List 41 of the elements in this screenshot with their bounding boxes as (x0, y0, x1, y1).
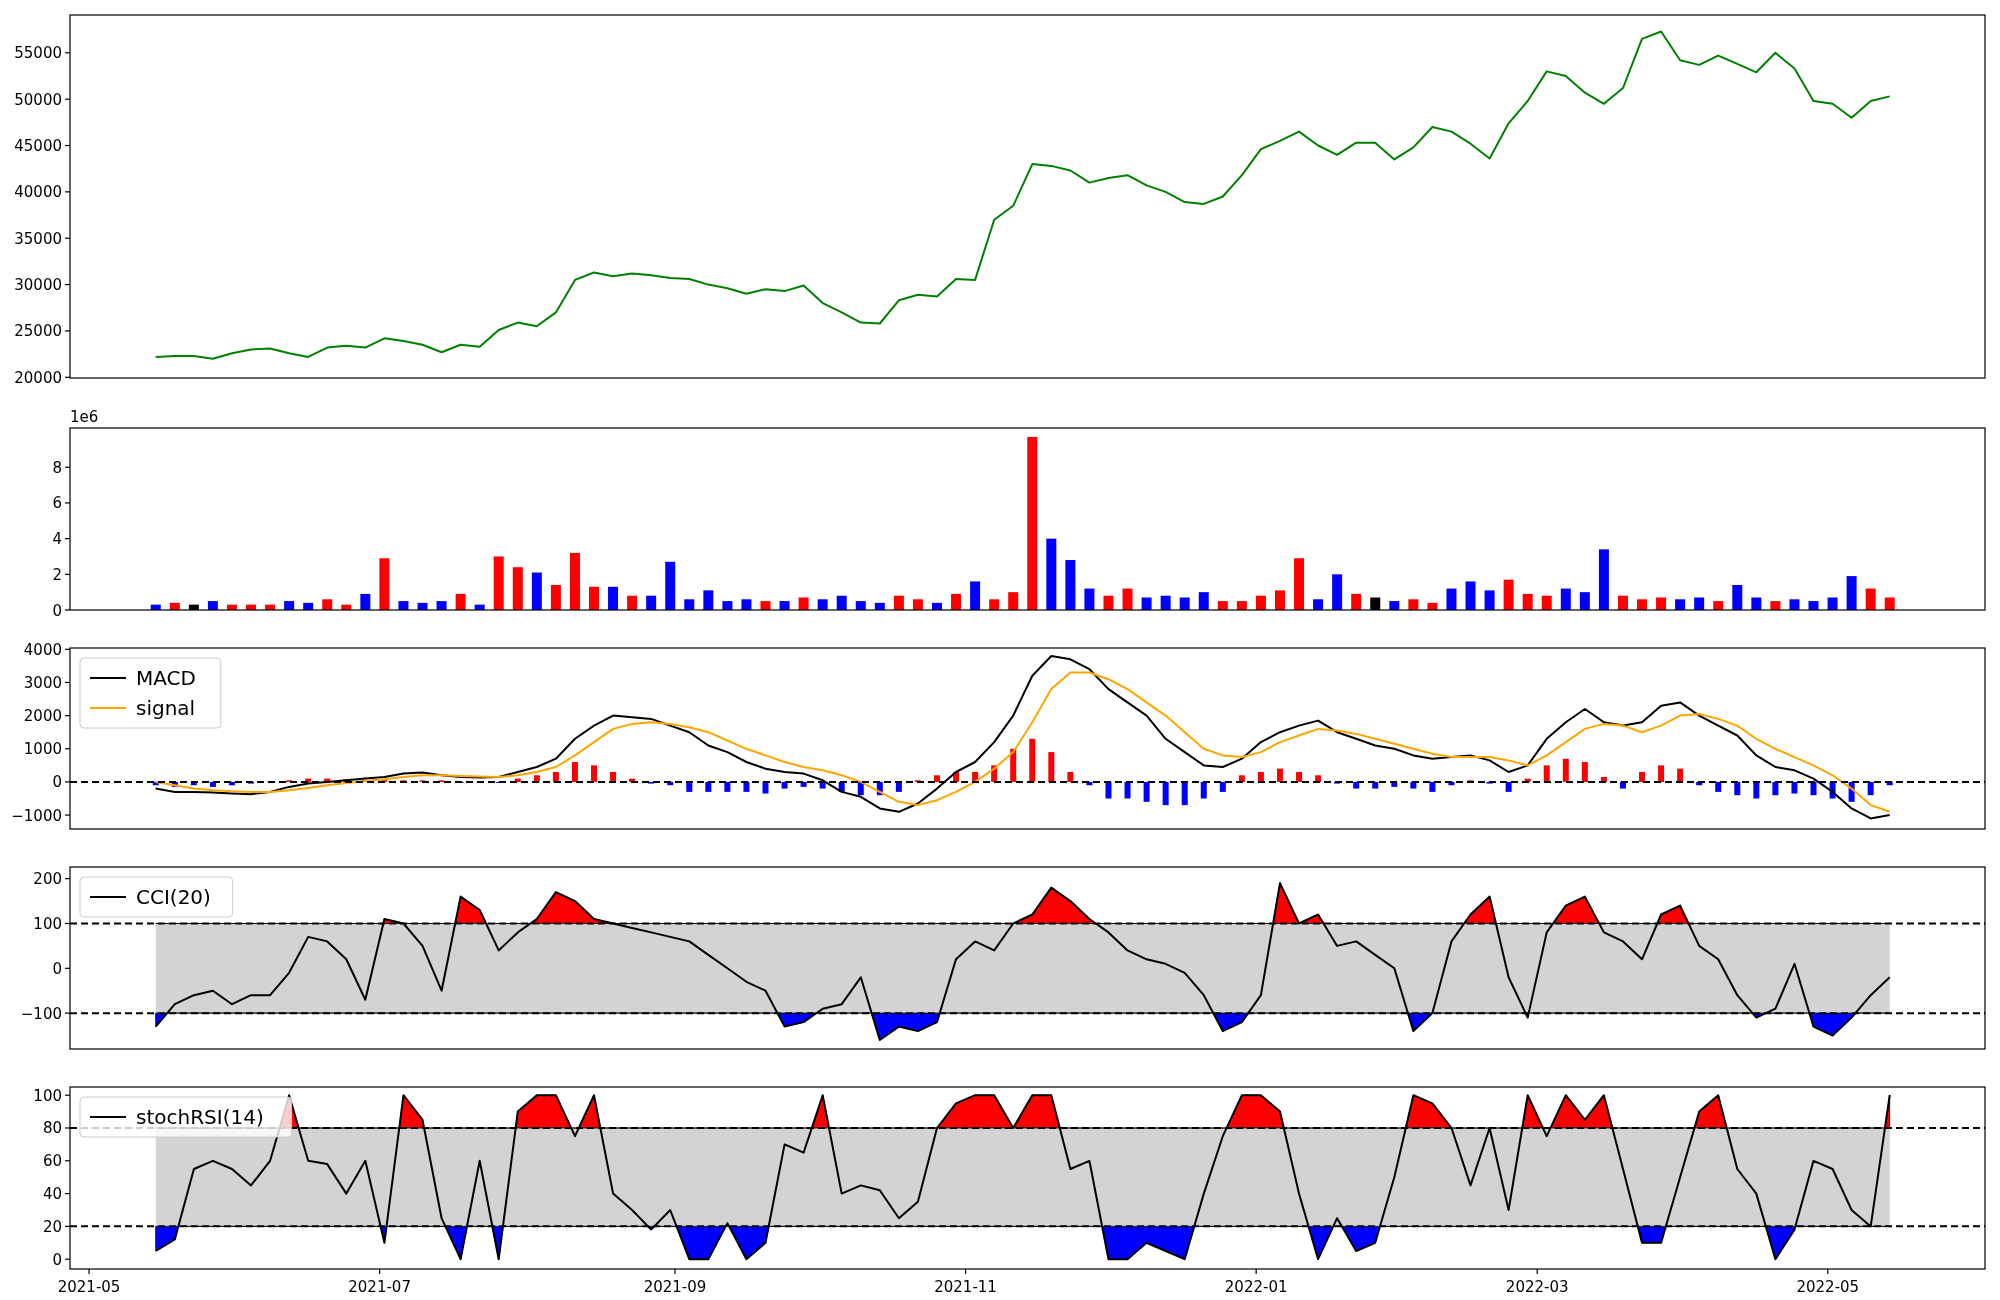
y-tick-label: 35000 (14, 229, 62, 248)
y-tick-label: 40000 (14, 183, 62, 202)
x-tick-label: 2021-11 (934, 1278, 997, 1296)
y-tick-label: 4 (52, 530, 62, 549)
y-tick-label: 100 (33, 1086, 62, 1105)
y-tick-label: 50000 (14, 90, 62, 109)
y-tick-label: −1000 (11, 806, 62, 825)
legend-label: CCI(20) (136, 885, 211, 909)
y-tick-label: 100 (33, 915, 62, 933)
y-tick-label: 80 (42, 1119, 62, 1138)
y-tick-label: 2 (52, 565, 62, 584)
y-tick-label: 20000 (14, 368, 62, 386)
y-tick-label: −100 (20, 1004, 62, 1023)
y-tick-label: 8 (52, 458, 62, 477)
y-tick-label: 60 (42, 1152, 62, 1171)
y-tick-label: 1000 (23, 740, 62, 759)
y-tick-label: 55000 (14, 44, 62, 63)
y-tick-label: 25000 (14, 322, 62, 341)
axis-offset-label: 1e6 (70, 408, 99, 426)
x-tick-label: 2021-09 (643, 1278, 707, 1296)
y-tick-label: 4000 (23, 640, 62, 659)
y-tick-label: 0 (52, 959, 62, 978)
x-tick-label: 2021-07 (348, 1278, 411, 1296)
legend-label: stochRSI(14) (136, 1105, 264, 1129)
legend-label: MACD (136, 666, 196, 690)
y-tick-label: 0 (52, 601, 62, 618)
y-tick-label: 0 (52, 1250, 62, 1269)
y-tick-label: 0 (52, 773, 62, 792)
x-tick-label: 2021-05 (57, 1278, 121, 1296)
legend-label: signal (136, 696, 196, 720)
y-tick-label: 6 (52, 494, 62, 513)
y-tick-label: 30000 (14, 276, 62, 295)
x-tick-label: 2022-03 (1505, 1278, 1569, 1296)
y-tick-label: 2000 (23, 707, 62, 726)
x-tick-label: 2022-05 (1796, 1278, 1860, 1296)
y-tick-label: 200 (33, 870, 62, 889)
y-tick-label: 40 (42, 1185, 62, 1204)
x-tick-label: 2022-01 (1224, 1278, 1288, 1296)
y-tick-label: 20 (42, 1217, 62, 1236)
y-tick-label: 45000 (14, 137, 62, 155)
y-tick-label: 3000 (23, 674, 62, 692)
